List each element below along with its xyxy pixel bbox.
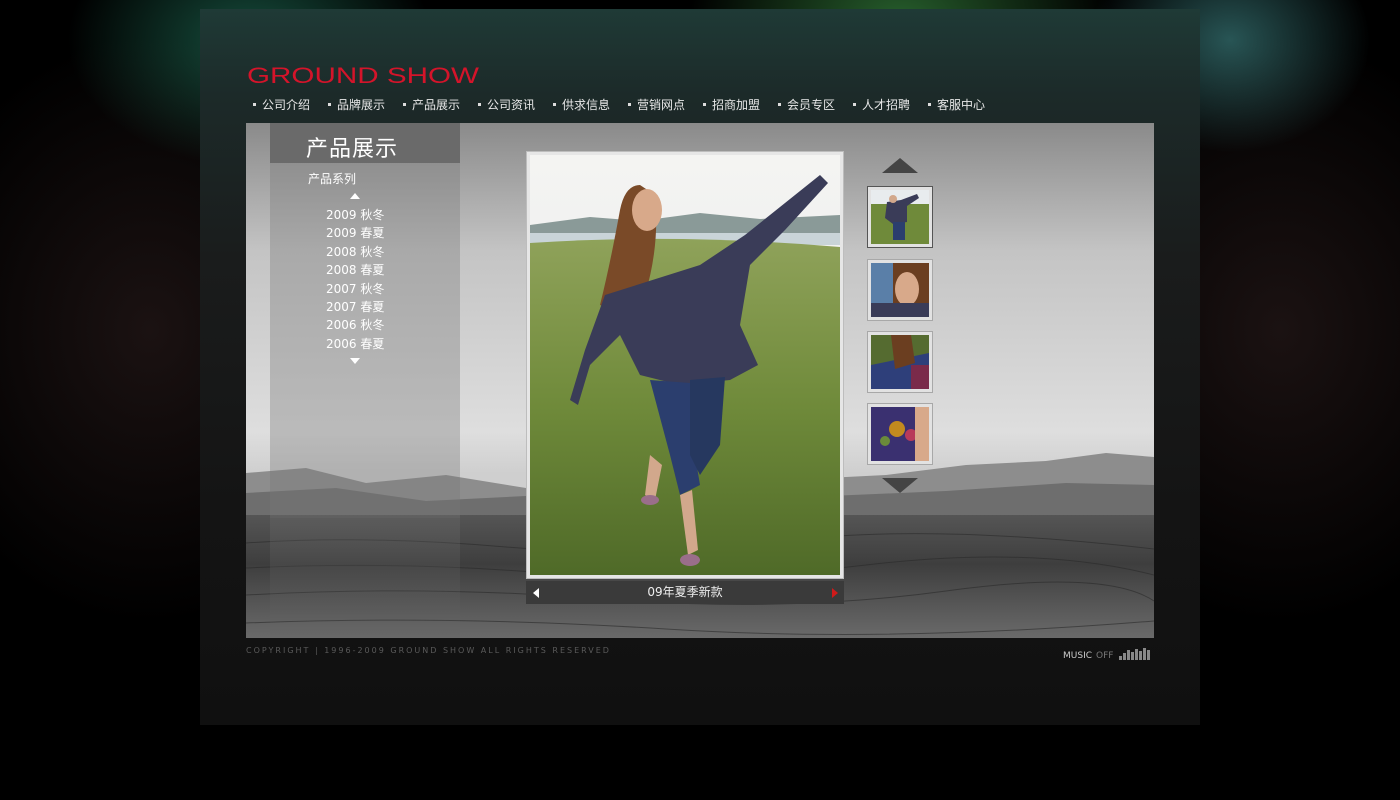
section-title: 产品展示 bbox=[306, 137, 399, 162]
bullet-icon bbox=[778, 102, 781, 106]
nav-label: 品牌展示 bbox=[337, 97, 386, 112]
nav-item-brand[interactable]: 品牌展示 bbox=[325, 95, 400, 113]
series-scroll-up-icon[interactable] bbox=[350, 193, 360, 199]
nav-item-products[interactable]: 产品展示 bbox=[400, 95, 475, 113]
thumbnails-scroll-up-icon[interactable] bbox=[882, 158, 918, 173]
model-photo-image bbox=[530, 155, 840, 575]
series-item[interactable]: 2008 秋冬 bbox=[326, 243, 384, 261]
bullet-icon bbox=[478, 102, 481, 106]
main-nav: 公司介绍 品牌展示 产品展示 公司资讯 供求信息 营销网点 招商加盟 会员专区 … bbox=[250, 95, 995, 113]
nav-label: 招商加盟 bbox=[712, 97, 761, 112]
series-item[interactable]: 2008 春夏 bbox=[326, 261, 384, 279]
series-item[interactable]: 2007 春夏 bbox=[326, 298, 384, 316]
nav-label: 人才招聘 bbox=[862, 97, 911, 112]
nav-label: 公司资讯 bbox=[487, 97, 536, 112]
music-label: MUSIC bbox=[1063, 651, 1093, 661]
bullet-icon bbox=[703, 102, 706, 106]
music-toggle[interactable]: MUSIC OFF bbox=[1063, 651, 1113, 661]
photo-caption-bar: 09年夏季新款 bbox=[526, 581, 844, 604]
thumbnail-4[interactable] bbox=[867, 403, 933, 465]
nav-item-members[interactable]: 会员专区 bbox=[775, 95, 850, 113]
series-title: 产品系列 bbox=[308, 172, 357, 186]
nav-item-careers[interactable]: 人才招聘 bbox=[850, 95, 925, 113]
series-item[interactable]: 2009 秋冬 bbox=[326, 206, 384, 224]
main-product-photo[interactable] bbox=[530, 155, 840, 575]
category-panel-fade bbox=[270, 518, 460, 638]
thumbnails-scroll-down-icon[interactable] bbox=[882, 478, 918, 493]
nav-label: 客服中心 bbox=[937, 97, 986, 112]
thumbnail-image bbox=[871, 263, 929, 317]
thumbnail-image bbox=[871, 335, 929, 389]
series-scroll-down-icon[interactable] bbox=[350, 358, 360, 364]
svg-text:GROUND SHOW: GROUND SHOW bbox=[247, 64, 479, 88]
bullet-icon bbox=[253, 102, 256, 106]
thumbnail-image bbox=[871, 190, 929, 244]
nav-label: 营销网点 bbox=[637, 97, 686, 112]
nav-item-outlets[interactable]: 营销网点 bbox=[625, 95, 700, 113]
bullet-icon bbox=[328, 102, 331, 106]
bullet-icon bbox=[853, 102, 856, 106]
product-stage: 产品展示 产品系列 2009 秋冬 2009 春夏 2008 秋冬 2008 春… bbox=[246, 123, 1154, 638]
bullet-icon bbox=[928, 102, 931, 106]
series-item[interactable]: 2006 秋冬 bbox=[326, 316, 384, 334]
music-state: OFF bbox=[1096, 651, 1114, 661]
nav-label: 产品展示 bbox=[412, 97, 461, 112]
nav-item-franchise[interactable]: 招商加盟 bbox=[700, 95, 775, 113]
series-item[interactable]: 2007 秋冬 bbox=[326, 280, 384, 298]
ground-show-logo[interactable]: GROUND SHOW bbox=[247, 64, 487, 88]
bullet-icon bbox=[403, 102, 406, 106]
series-item[interactable]: 2009 春夏 bbox=[326, 224, 384, 242]
nav-item-news[interactable]: 公司资讯 bbox=[475, 95, 550, 113]
thumbnail-3[interactable] bbox=[867, 331, 933, 393]
photo-caption: 09年夏季新款 bbox=[647, 585, 723, 599]
copyright-text: COPYRIGHT | 1996-2009 GROUND SHOW ALL RI… bbox=[246, 646, 611, 655]
next-photo-icon[interactable] bbox=[832, 588, 838, 598]
bullet-icon bbox=[628, 102, 631, 106]
series-item[interactable]: 2006 春夏 bbox=[326, 335, 384, 353]
series-list: 2009 秋冬 2009 春夏 2008 秋冬 2008 春夏 2007 秋冬 … bbox=[326, 206, 384, 353]
nav-item-company-intro[interactable]: 公司介绍 bbox=[250, 95, 325, 113]
nav-label: 供求信息 bbox=[562, 97, 611, 112]
main-photo-frame bbox=[526, 151, 844, 579]
thumbnail-1[interactable] bbox=[867, 186, 933, 248]
thumbnail-2[interactable] bbox=[867, 259, 933, 321]
nav-item-service[interactable]: 客服中心 bbox=[925, 95, 995, 113]
bullet-icon bbox=[553, 102, 556, 106]
thumbnail-image bbox=[871, 407, 929, 461]
nav-label: 会员专区 bbox=[787, 97, 836, 112]
nav-item-supply[interactable]: 供求信息 bbox=[550, 95, 625, 113]
nav-label: 公司介绍 bbox=[262, 97, 311, 112]
equalizer-icon[interactable] bbox=[1119, 648, 1155, 660]
